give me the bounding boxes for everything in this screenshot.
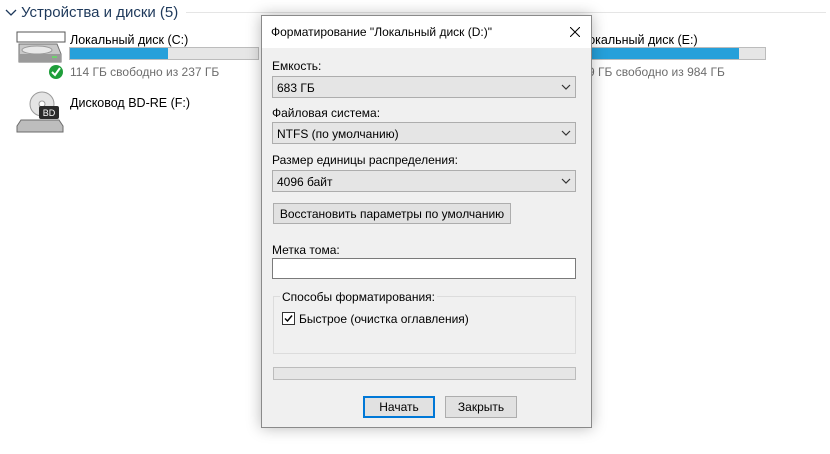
- quick-format-label[interactable]: Быстрое (очистка оглавления): [299, 312, 469, 326]
- bd-drive-icon: BD: [16, 91, 64, 133]
- group-header-devices[interactable]: Устройства и диски (5): [0, 0, 178, 24]
- hard-drive-icon: [16, 31, 66, 79]
- drive-free-space: 9 ГБ свободно из 984 ГБ: [588, 65, 725, 79]
- bd-icon-label: BD: [43, 108, 56, 118]
- dialog-titlebar[interactable]: Форматирование "Локальный диск (D:)": [262, 16, 591, 48]
- filesystem-select[interactable]: NTFS (по умолчанию): [272, 122, 576, 144]
- filesystem-label: Файловая система:: [272, 106, 381, 120]
- restore-defaults-button[interactable]: Восстановить параметры по умолчанию: [273, 203, 511, 224]
- drive-usage-fill: [70, 48, 168, 59]
- capacity-value: 683 ГБ: [277, 81, 315, 95]
- dialog-title: Форматирование "Локальный диск (D:)": [271, 25, 493, 39]
- drive-name: Локальный диск (C:): [70, 33, 189, 47]
- drive-name: Дисковод BD-RE (F:): [70, 96, 191, 110]
- drive-c[interactable]: Локальный диск (C:) 114 ГБ свободно из 2…: [14, 30, 260, 82]
- format-dialog: Форматирование "Локальный диск (D:)" Емк…: [261, 15, 592, 428]
- chevron-down-icon: [561, 130, 571, 136]
- allocation-value: 4096 байт: [277, 175, 333, 189]
- filesystem-value: NTFS (по умолчанию): [277, 127, 399, 141]
- volume-label-label: Метка тома:: [272, 243, 340, 257]
- checkmark-icon: [284, 315, 293, 323]
- drive-free-space: 114 ГБ свободно из 237 ГБ: [70, 65, 220, 79]
- drive-name: Локальный диск (E:): [580, 33, 698, 47]
- group-divider: [186, 12, 826, 13]
- start-button[interactable]: Начать: [363, 396, 435, 418]
- allocation-label: Размер единицы распределения:: [272, 153, 458, 167]
- capacity-select[interactable]: 683 ГБ: [272, 76, 576, 98]
- allocation-select[interactable]: 4096 байт: [272, 170, 576, 192]
- drive-usage-bar: [69, 47, 259, 60]
- chevron-down-icon: [5, 9, 17, 16]
- close-button[interactable]: [558, 16, 591, 47]
- capacity-label: Емкость:: [272, 59, 322, 73]
- close-icon: [569, 26, 580, 37]
- close-dialog-button[interactable]: Закрыть: [445, 396, 517, 418]
- group-title: Устройства и диски (5): [21, 3, 179, 21]
- drive-usage-fill: [576, 48, 739, 59]
- format-options-title: Способы форматирования:: [280, 290, 437, 304]
- volume-label-input[interactable]: [272, 258, 576, 279]
- chevron-down-icon: [561, 84, 571, 90]
- format-progress-bar: [273, 367, 576, 380]
- drive-f[interactable]: BD Дисковод BD-RE (F:): [14, 90, 260, 136]
- chevron-down-icon: [561, 178, 571, 184]
- drive-usage-bar: [575, 47, 766, 60]
- quick-format-checkbox[interactable]: [282, 312, 295, 325]
